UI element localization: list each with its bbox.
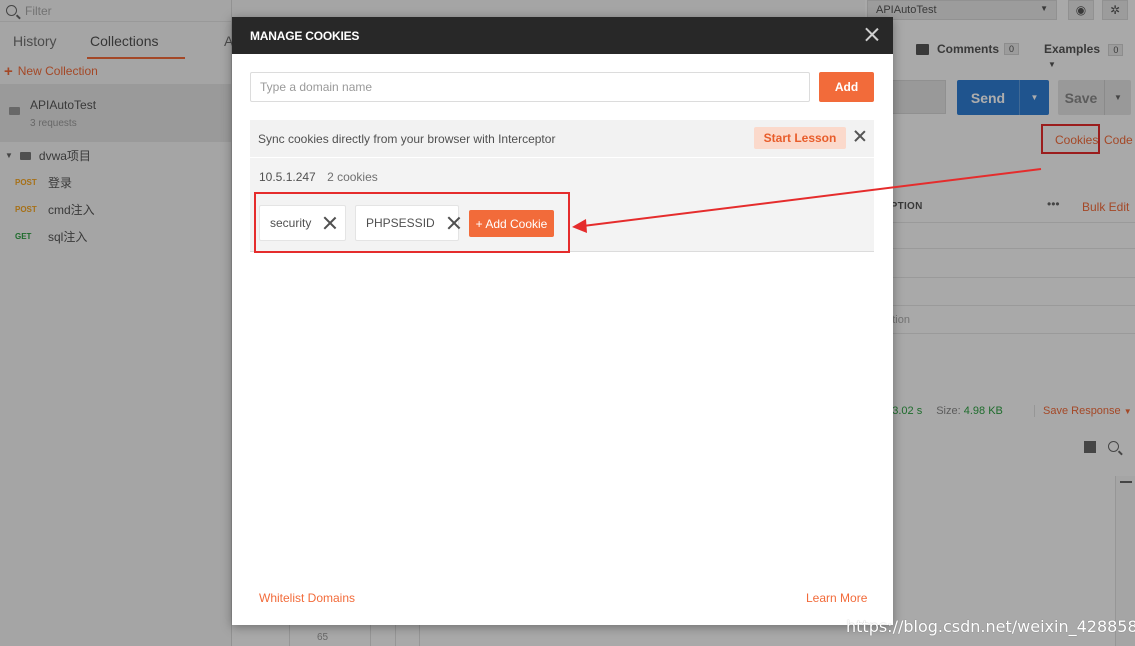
watermark: https://blog.csdn.net/weixin_42885805 [846, 617, 1135, 636]
interceptor-text: Sync cookies directly from your browser … [258, 132, 556, 146]
manage-cookies-modal: MANAGE COOKIES Add Sync cookies directly… [232, 17, 893, 625]
close-icon[interactable] [854, 130, 866, 142]
domain-name: 10.5.1.247 [259, 170, 316, 184]
add-domain-button[interactable]: Add [819, 72, 874, 102]
modal-header: MANAGE COOKIES [232, 17, 893, 54]
domain-input[interactable] [250, 72, 810, 102]
cookie-count: 2 cookies [327, 170, 378, 184]
learn-more-link[interactable]: Learn More [806, 591, 867, 605]
interceptor-banner: Sync cookies directly from your browser … [250, 120, 874, 157]
close-icon[interactable] [863, 25, 881, 43]
start-lesson-button[interactable]: Start Lesson [754, 127, 846, 149]
annotation-highlight-cookies-list [254, 192, 570, 253]
domain-header: 10.5.1.247 2 cookies [259, 170, 378, 184]
modal-title: MANAGE COOKIES [250, 28, 360, 43]
whitelist-domains-link[interactable]: Whitelist Domains [259, 591, 355, 605]
